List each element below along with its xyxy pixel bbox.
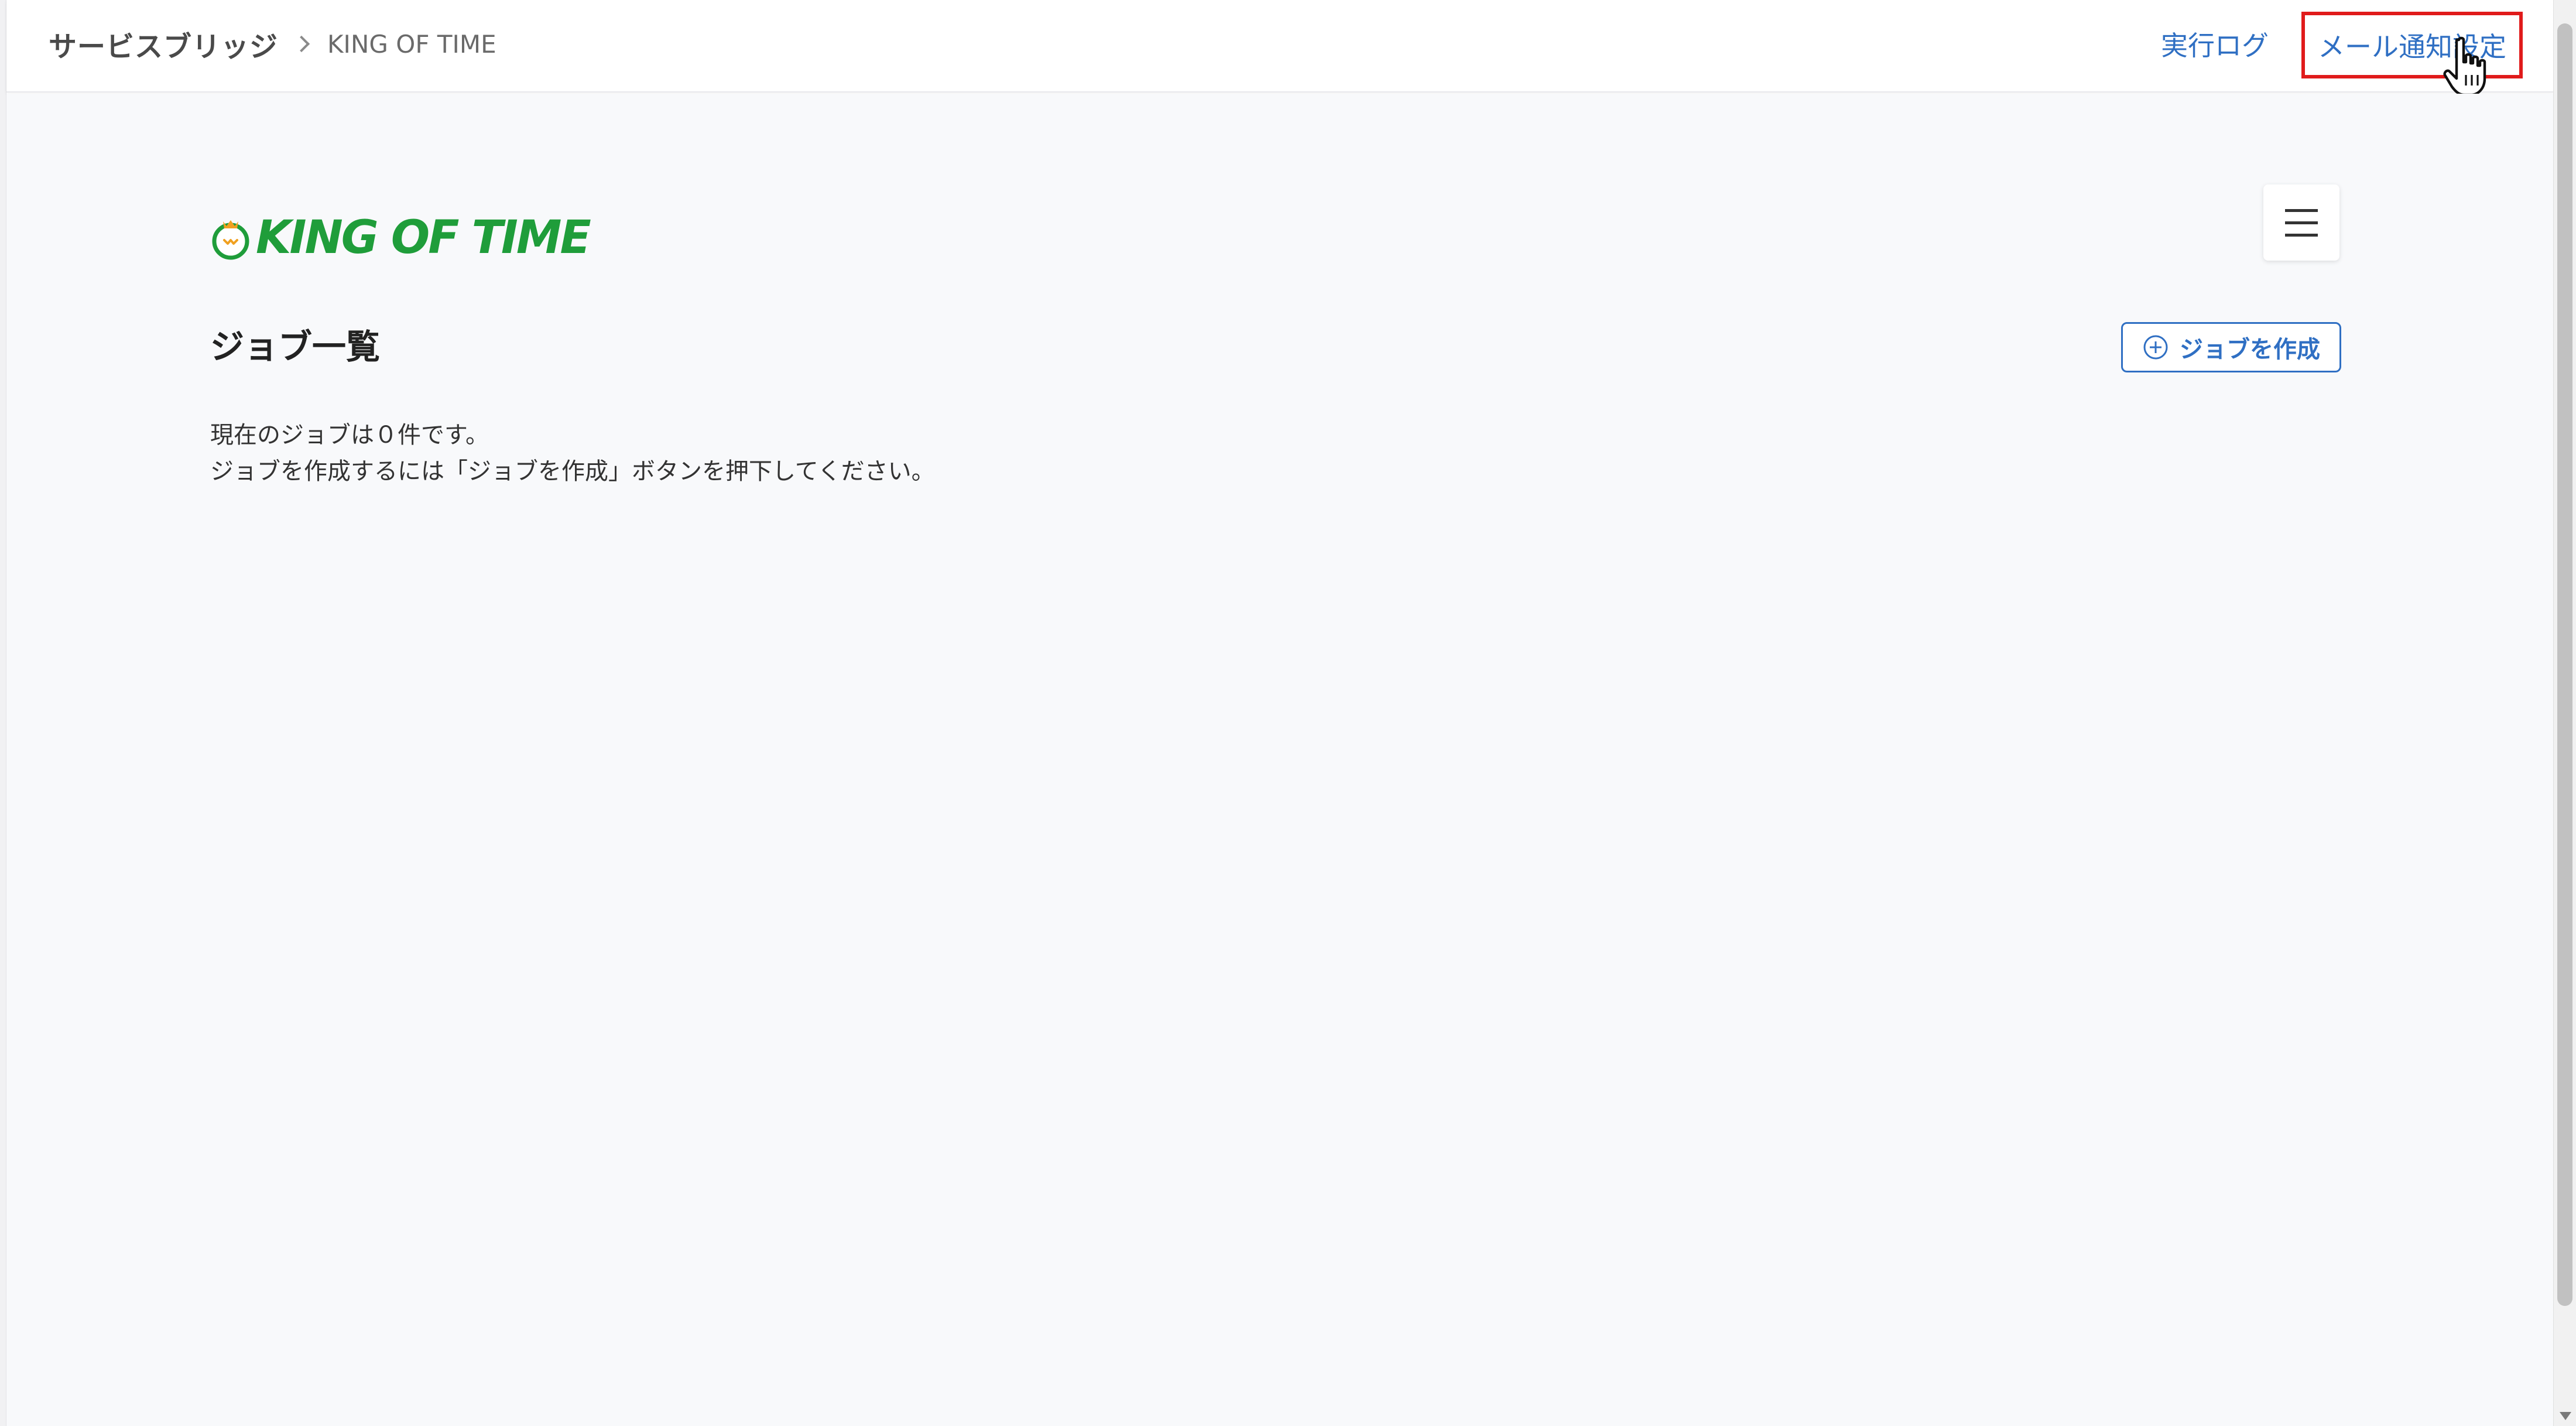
scroll-down-arrow-icon[interactable] — [2560, 1412, 2571, 1420]
create-job-label: ジョブを作成 — [2180, 337, 2320, 363]
hamburger-menu-button[interactable] — [2263, 184, 2339, 261]
scrollbar-thumb[interactable] — [2557, 23, 2572, 1306]
hand-pointer-icon — [2443, 36, 2486, 97]
logo-text: KING OF TIME — [256, 211, 591, 264]
create-job-button[interactable]: ジョブを作成 — [2121, 322, 2341, 372]
vertical-scrollbar[interactable] — [2553, 0, 2576, 1426]
king-of-time-logo: KING OF TIME — [210, 208, 591, 267]
chevron-right-icon — [293, 35, 310, 53]
page-title: ジョブ一覧 — [210, 327, 381, 367]
empty-message-line2: ジョブを作成するには「ジョブを作成」ボタンを押下してください。 — [210, 458, 935, 485]
breadcrumb-root[interactable]: サービスブリッジ — [49, 23, 278, 64]
plus-circle-icon — [2143, 335, 2168, 360]
breadcrumb: サービスブリッジ KING OF TIME — [49, 0, 496, 88]
window-left-edge — [0, 0, 6, 1426]
top-header: サービスブリッジ KING OF TIME 実行ログ メール通知設定 — [6, 0, 2553, 93]
empty-message-line1: 現在のジョブは０件です。 — [210, 422, 489, 449]
logo-mark-icon — [212, 220, 249, 260]
hamburger-icon — [2285, 208, 2318, 212]
empty-jobs-message: 現在のジョブは０件です。 ジョブを作成するには「ジョブを作成」ボタンを押下してく… — [210, 417, 935, 490]
breadcrumb-current: KING OF TIME — [327, 29, 496, 59]
execution-log-link[interactable]: 実行ログ — [2161, 0, 2269, 88]
mail-notification-settings-link[interactable]: メール通知設定 — [2301, 12, 2523, 78]
main-content: KING OF TIME ジョブ一覧 ジョブを作成 現在のジョブは０件です。 ジ… — [6, 94, 2553, 1426]
